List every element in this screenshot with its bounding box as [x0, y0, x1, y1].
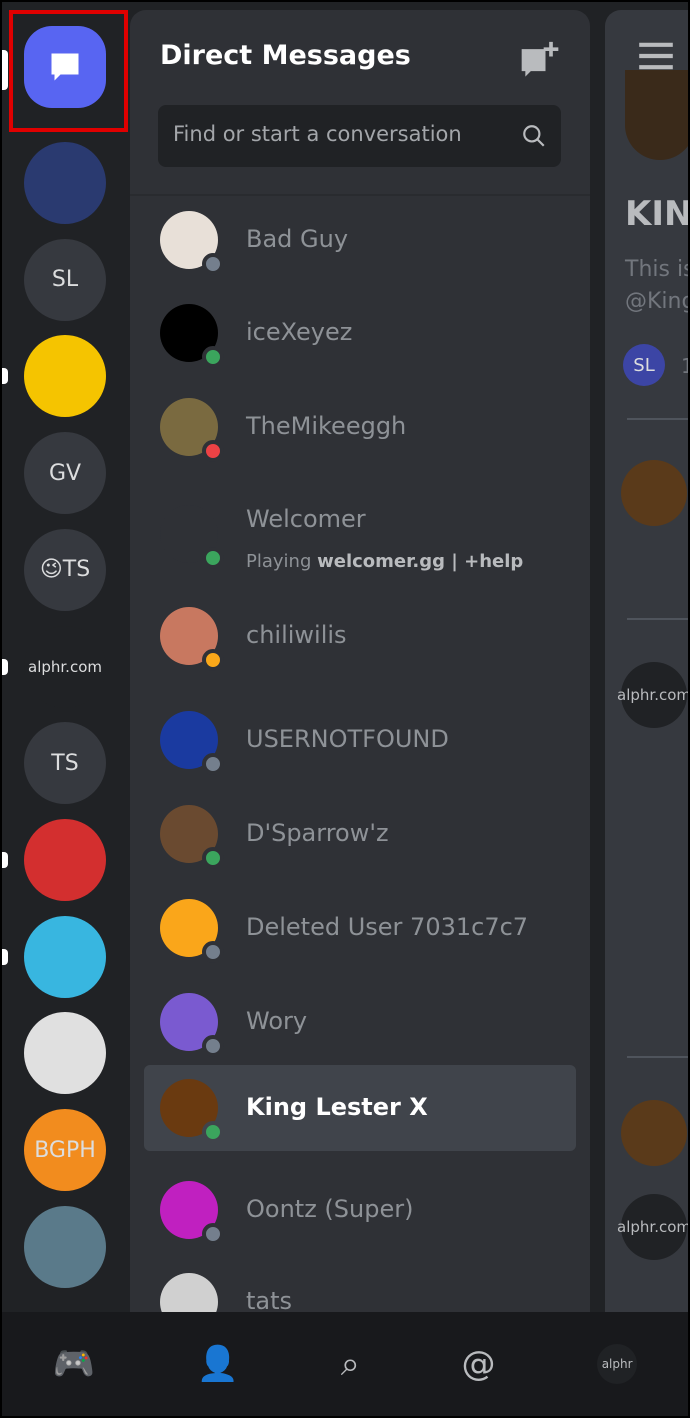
dm-name: King Lester X: [246, 1093, 428, 1121]
server-icon[interactable]: [24, 1012, 106, 1095]
server-icon[interactable]: GV: [24, 432, 106, 515]
divider: [130, 194, 590, 196]
highlight-box: [9, 10, 128, 132]
dm-item[interactable]: Bad Guy: [144, 197, 576, 283]
mentions-icon[interactable]: @: [461, 1344, 495, 1384]
status-offline-icon: [202, 941, 224, 963]
server-icon[interactable]: BGPH: [24, 1109, 106, 1191]
dm-name: TheMikeeggh: [246, 412, 407, 440]
dm-name: USERNOTFOUND: [246, 725, 449, 753]
status-online-icon: [202, 346, 224, 368]
mutual-server-avatar[interactable]: SL: [623, 344, 665, 386]
new-dm-icon[interactable]: [518, 40, 562, 84]
dm-item[interactable]: USERNOTFOUND: [144, 697, 576, 783]
unread-pill: [2, 851, 8, 868]
dm-name: Deleted User 7031c7c7: [246, 913, 529, 941]
activity-prefix: Playing: [246, 551, 318, 572]
avatar: [625, 70, 688, 160]
avatar: alphr.com: [617, 1194, 688, 1260]
dm-item[interactable]: Welcomer Playing welcomer.gg | +help: [144, 491, 576, 577]
divider: [627, 1056, 688, 1058]
server-icon[interactable]: 😉TS: [24, 528, 106, 611]
dm-name: Wory: [246, 1007, 308, 1035]
server-icon[interactable]: [24, 142, 106, 224]
dm-item[interactable]: Deleted User 7031c7c7: [144, 885, 576, 971]
status-online-icon: [202, 1121, 224, 1143]
status-online-icon: [202, 847, 224, 869]
friends-icon[interactable]: 👤: [197, 1344, 239, 1384]
dm-item[interactable]: tats: [144, 1259, 576, 1320]
profile-name: KIN: [625, 194, 688, 234]
avatar: [621, 460, 687, 526]
avatar: alphr.com: [617, 662, 688, 728]
mutual-count: 1: [681, 354, 688, 378]
menu-icon[interactable]: [639, 42, 673, 70]
unread-pill: [2, 368, 8, 385]
divider: [627, 418, 688, 420]
dm-item[interactable]: D'Sparrow'z: [144, 791, 576, 877]
dm-panel: Direct Messages Find or start a conversa…: [130, 10, 590, 1320]
dm-item[interactable]: TheMikeeggh: [144, 384, 576, 470]
status-offline-icon: [202, 1223, 224, 1245]
status-online-icon: [202, 547, 224, 569]
bottom-nav: 🎮 👤 ⌕ @ alphr: [2, 1312, 688, 1416]
dm-item[interactable]: King Lester X: [144, 1065, 576, 1151]
dm-name: iceXeyez: [246, 318, 353, 346]
server-icon[interactable]: alphr.com: [24, 625, 106, 708]
page-title: Direct Messages: [160, 40, 411, 71]
server-icon[interactable]: [24, 818, 106, 901]
server-rail: SL GV 😉TS alphr.com TS BGPH: [2, 2, 130, 1312]
server-icon[interactable]: [24, 1205, 106, 1288]
dm-name: Bad Guy: [246, 225, 349, 253]
server-icon[interactable]: [24, 915, 106, 998]
dm-item[interactable]: iceXeyez: [144, 290, 576, 376]
unread-pill: [2, 658, 8, 675]
search-input[interactable]: Find or start a conversation: [158, 105, 561, 167]
dm-name: Welcomer: [246, 505, 366, 533]
server-icon[interactable]: [24, 335, 106, 418]
activity-status: Playing welcomer.gg | +help: [246, 551, 523, 572]
server-icon[interactable]: SL: [24, 238, 106, 321]
dm-item[interactable]: Oontz (Super): [144, 1167, 576, 1253]
dm-name: chiliwilis: [246, 621, 347, 649]
dm-name: tats: [246, 1287, 293, 1315]
search-placeholder: Find or start a conversation: [173, 122, 462, 146]
chat-preview-pane: KIN This is @King SL 1 alphr.com alphr.co…: [605, 10, 688, 1320]
search-icon: [523, 125, 545, 147]
status-dnd-icon: [202, 440, 224, 462]
intro-handle: @King: [625, 289, 688, 314]
avatar: [621, 1100, 687, 1166]
dm-name: D'Sparrow'z: [246, 819, 389, 847]
profile-icon[interactable]: alphr: [597, 1344, 638, 1384]
status-offline-icon: [202, 753, 224, 775]
unread-pill: [2, 948, 8, 965]
server-icon[interactable]: TS: [24, 722, 106, 805]
status-idle-icon: [202, 649, 224, 671]
search-icon[interactable]: ⌕: [341, 1344, 360, 1384]
status-offline-icon: [202, 253, 224, 275]
intro-text: This is: [625, 257, 688, 282]
app: SL GV 😉TS alphr.com TS BGPH Direct Messages F…: [2, 2, 688, 1416]
dm-name: Oontz (Super): [246, 1195, 414, 1223]
dm-item[interactable]: chiliwilis: [144, 593, 576, 679]
status-offline-icon: [202, 1035, 224, 1057]
dm-item[interactable]: Wory: [144, 979, 576, 1065]
activity-name: welcomer.gg | +help: [317, 551, 524, 572]
divider: [627, 618, 688, 620]
selected-pill: [2, 50, 8, 90]
home-icon[interactable]: 🎮: [53, 1344, 95, 1384]
